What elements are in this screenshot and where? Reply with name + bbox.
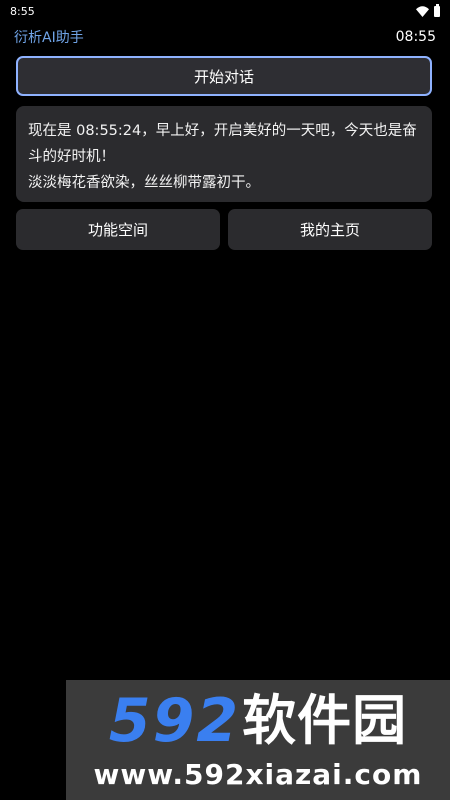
app-header: 衍析AI助手 08:55 bbox=[0, 24, 450, 50]
watermark-name: 软件园 bbox=[242, 689, 408, 752]
wifi-icon bbox=[416, 5, 429, 17]
app-title: 衍析AI助手 bbox=[14, 30, 84, 46]
action-row: 功能空间 我的主页 bbox=[16, 209, 432, 250]
battery-icon bbox=[434, 3, 440, 17]
my-home-button[interactable]: 我的主页 bbox=[228, 209, 432, 250]
header-clock: 08:55 bbox=[395, 29, 436, 45]
status-bar: 8:55 bbox=[0, 0, 450, 22]
greeting-card: 现在是 08:55:24，早上好，开启美好的一天吧，今天也是奋斗的好时机！ 淡淡… bbox=[16, 106, 432, 202]
status-time: 8:55 bbox=[10, 4, 35, 18]
watermark-digits: 592 bbox=[108, 686, 241, 756]
start-chat-button[interactable]: 开始对话 bbox=[16, 56, 432, 96]
greeting-line-time: 现在是 08:55:24，早上好，开启美好的一天吧，今天也是奋斗的好时机！ bbox=[28, 123, 417, 165]
watermark-logo: 592 软件园 bbox=[66, 686, 450, 756]
watermark-banner: 592 软件园 www.592xiazai.com bbox=[66, 680, 450, 800]
feature-space-button[interactable]: 功能空间 bbox=[16, 209, 220, 250]
watermark-url: www.592xiazai.com bbox=[93, 758, 423, 791]
status-icons bbox=[416, 3, 440, 17]
greeting-line-poem: 淡淡梅花香欲染，丝丝柳带露初干。 bbox=[28, 175, 260, 191]
